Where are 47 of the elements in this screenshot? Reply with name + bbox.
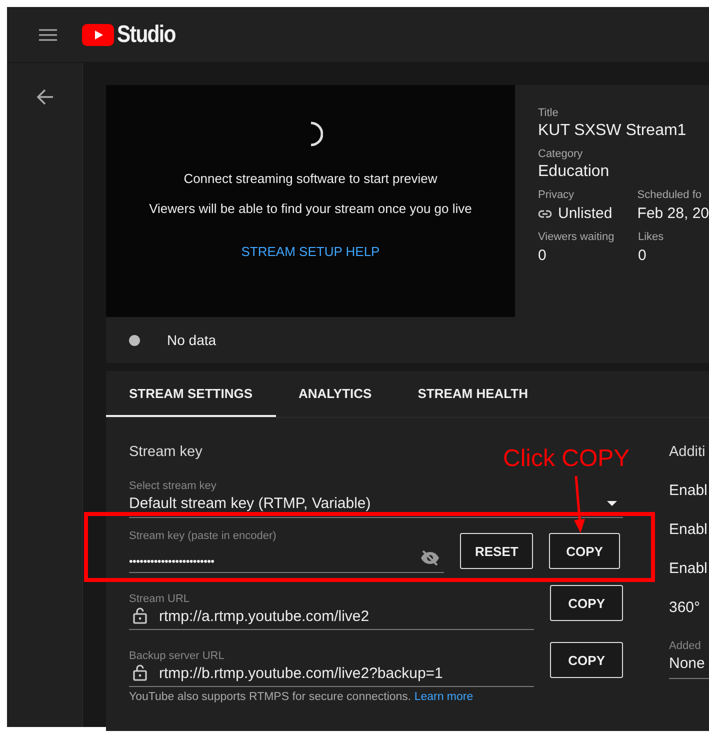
detail-label: Title — [538, 107, 560, 119]
copy-button[interactable]: COPY — [550, 585, 623, 621]
stream-setup-help-link[interactable]: STREAM SETUP HELP — [241, 244, 380, 259]
lock-icon — [133, 664, 147, 680]
section-heading: Additi — [669, 444, 706, 460]
tab[interactable]: STREAM SETTINGS — [106, 371, 276, 417]
detail-label: Scheduled fo — [637, 189, 702, 201]
setting-label: Enabl — [669, 521, 708, 538]
detail-label: Privacy — [538, 189, 576, 201]
menu-icon[interactable] — [39, 28, 57, 40]
detail-value: Education — [538, 163, 610, 181]
rtmps-note: YouTube also supports RTMPS for secure connections. Learn more — [129, 691, 474, 703]
copy-button[interactable]: COPY — [549, 533, 620, 569]
url-field[interactable]: Stream URL rtmp://a.rtmp.youtube.com/live2 — [129, 593, 534, 630]
tab[interactable]: STREAM HEALTH — [394, 371, 551, 417]
url-field[interactable]: Backup server URL rtmp://b.rtmp.youtube.com/live2?backup=1 — [129, 650, 534, 687]
setting-label: Enabl — [669, 482, 708, 499]
detail-value: 0 — [638, 247, 646, 264]
learn-more-link[interactable]: Learn more — [414, 691, 474, 703]
status-text: No data — [167, 332, 216, 348]
caret-icon — [607, 501, 617, 506]
detail-value: Unlisted — [558, 205, 612, 222]
back-arrow-icon[interactable] — [36, 89, 54, 105]
stream-key-field[interactable]: Stream key (paste in encoder) •••••••••••••••••••••••• — [129, 530, 444, 573]
annotation-arrow — [572, 476, 586, 534]
copy-button[interactable]: COPY — [550, 642, 623, 678]
detail-label: Category — [538, 148, 584, 160]
lock-icon — [133, 606, 147, 624]
setting-label: 360° — [669, 599, 702, 616]
spinner-icon — [308, 121, 322, 147]
preview-message: Connect streaming software to start preview — [184, 171, 438, 186]
detail-value: KUT SXSW Stream1 — [538, 122, 688, 140]
detail-label: Viewers waiting — [538, 231, 616, 243]
detail-value: Feb 28, 20 — [637, 205, 709, 222]
reset-button[interactable]: RESET — [460, 533, 533, 569]
hidden-eye-icon[interactable] — [420, 550, 440, 566]
detail-value: 0 — [538, 247, 546, 264]
section-heading: Stream key — [129, 444, 202, 460]
preview-subtext: Viewers will be able to find your stream once you go live — [149, 201, 472, 216]
logo-text: Studio — [117, 20, 176, 48]
setting-label: Enabl — [669, 560, 708, 577]
status-dot-icon — [129, 334, 140, 346]
detail-label: Likes — [638, 231, 665, 243]
link-icon — [538, 210, 552, 218]
tab[interactable]: ANALYTICS — [276, 371, 395, 417]
play-logo-icon — [82, 24, 114, 46]
added-select[interactable]: Added None — [669, 640, 709, 679]
